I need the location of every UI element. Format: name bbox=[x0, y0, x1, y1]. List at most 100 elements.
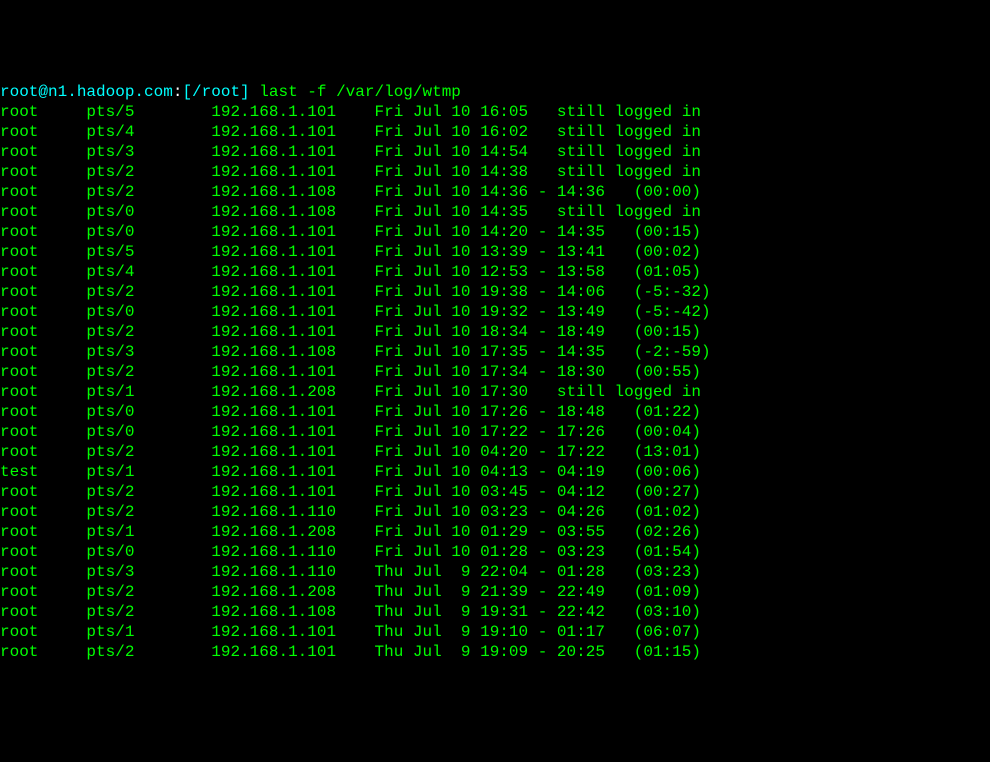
login-record: root pts/0 192.168.1.101 Fri Jul 10 17:2… bbox=[0, 422, 990, 442]
col-start: Fri Jul 10 17:22 bbox=[374, 423, 537, 441]
col-user: root bbox=[0, 543, 86, 561]
col-tty: pts/2 bbox=[86, 643, 211, 661]
prompt-line[interactable]: root@n1.hadoop.com:[/root] last -f /var/… bbox=[0, 82, 990, 102]
col-tty: pts/1 bbox=[86, 463, 211, 481]
col-end: - 03:55 bbox=[538, 523, 615, 541]
terminal-output[interactable]: root@n1.hadoop.com:[/root] last -f /var/… bbox=[0, 82, 990, 662]
col-tty: pts/2 bbox=[86, 363, 211, 381]
col-ip: 192.168.1.108 bbox=[211, 343, 374, 361]
col-user: root bbox=[0, 383, 86, 401]
col-ip: 192.168.1.108 bbox=[211, 603, 374, 621]
col-start: Fri Jul 10 17:26 bbox=[374, 403, 537, 421]
col-end: - 01:28 bbox=[538, 563, 615, 581]
col-duration: (-5:-32) bbox=[615, 283, 711, 301]
col-tty: pts/0 bbox=[86, 423, 211, 441]
col-duration: (-5:-42) bbox=[615, 303, 711, 321]
col-ip: 192.168.1.101 bbox=[211, 103, 374, 121]
login-record: root pts/2 192.168.1.101 Fri Jul 10 14:3… bbox=[0, 162, 990, 182]
col-start: Thu Jul 9 19:09 bbox=[374, 643, 537, 661]
col-duration: (01:02) bbox=[615, 503, 701, 521]
login-record: root pts/0 192.168.1.108 Fri Jul 10 14:3… bbox=[0, 202, 990, 222]
col-end: - 13:58 bbox=[538, 263, 615, 281]
col-end: - 18:30 bbox=[538, 363, 615, 381]
col-start: Fri Jul 10 12:53 bbox=[374, 263, 537, 281]
col-ip: 192.168.1.101 bbox=[211, 143, 374, 161]
col-tty: pts/2 bbox=[86, 443, 211, 461]
col-tty: pts/1 bbox=[86, 523, 211, 541]
col-tty: pts/4 bbox=[86, 123, 211, 141]
col-end: - 18:49 bbox=[538, 323, 615, 341]
col-start: Fri Jul 10 19:38 bbox=[374, 283, 537, 301]
col-user: test bbox=[0, 463, 86, 481]
col-user: root bbox=[0, 203, 86, 221]
login-record: root pts/3 192.168.1.108 Fri Jul 10 17:3… bbox=[0, 342, 990, 362]
login-record: root pts/4 192.168.1.101 Fri Jul 10 12:5… bbox=[0, 262, 990, 282]
col-end: - 04:26 bbox=[538, 503, 615, 521]
col-duration: (03:10) bbox=[615, 603, 701, 621]
login-record: root pts/2 192.168.1.101 Fri Jul 10 04:2… bbox=[0, 442, 990, 462]
col-user: root bbox=[0, 103, 86, 121]
col-end: - 04:12 bbox=[538, 483, 615, 501]
prompt-sep: : bbox=[173, 83, 183, 101]
col-ip: 192.168.1.101 bbox=[211, 483, 374, 501]
login-record: root pts/2 192.168.1.108 Fri Jul 10 14:3… bbox=[0, 182, 990, 202]
col-end: - 14:35 bbox=[538, 223, 615, 241]
col-ip: 192.168.1.101 bbox=[211, 263, 374, 281]
col-duration: (-2:-59) bbox=[615, 343, 711, 361]
col-user: root bbox=[0, 603, 86, 621]
col-duration: (02:26) bbox=[615, 523, 701, 541]
col-end: - 20:25 bbox=[538, 643, 615, 661]
col-user: root bbox=[0, 443, 86, 461]
col-user: root bbox=[0, 283, 86, 301]
col-end: - 17:26 bbox=[538, 423, 615, 441]
login-record: root pts/1 192.168.1.208 Fri Jul 10 17:3… bbox=[0, 382, 990, 402]
col-ip: 192.168.1.101 bbox=[211, 223, 374, 241]
col-tty: pts/3 bbox=[86, 343, 211, 361]
col-user: root bbox=[0, 423, 86, 441]
col-ip: 192.168.1.110 bbox=[211, 503, 374, 521]
col-duration: (01:22) bbox=[615, 403, 701, 421]
login-record: root pts/1 192.168.1.101 Thu Jul 9 19:10… bbox=[0, 622, 990, 642]
col-tty: pts/2 bbox=[86, 183, 211, 201]
col-tty: pts/5 bbox=[86, 103, 211, 121]
col-end: - 13:49 bbox=[538, 303, 615, 321]
col-end: still logged in bbox=[538, 383, 701, 401]
col-end: - 22:42 bbox=[538, 603, 615, 621]
col-duration: (00:27) bbox=[615, 483, 701, 501]
col-duration: (03:23) bbox=[615, 563, 701, 581]
login-record: root pts/2 192.168.1.101 Thu Jul 9 19:09… bbox=[0, 642, 990, 662]
col-tty: pts/2 bbox=[86, 163, 211, 181]
login-record: root pts/1 192.168.1.208 Fri Jul 10 01:2… bbox=[0, 522, 990, 542]
col-ip: 192.168.1.108 bbox=[211, 203, 374, 221]
col-start: Fri Jul 10 16:02 bbox=[374, 123, 537, 141]
col-end: - 13:41 bbox=[538, 243, 615, 261]
col-user: root bbox=[0, 223, 86, 241]
login-record: root pts/4 192.168.1.101 Fri Jul 10 16:0… bbox=[0, 122, 990, 142]
col-ip: 192.168.1.101 bbox=[211, 643, 374, 661]
col-duration: (00:15) bbox=[615, 223, 701, 241]
col-tty: pts/2 bbox=[86, 603, 211, 621]
col-ip: 192.168.1.101 bbox=[211, 463, 374, 481]
col-end: - 03:23 bbox=[538, 543, 615, 561]
col-end: - 18:48 bbox=[538, 403, 615, 421]
col-user: root bbox=[0, 183, 86, 201]
col-start: Fri Jul 10 17:34 bbox=[374, 363, 537, 381]
col-ip: 192.168.1.101 bbox=[211, 363, 374, 381]
col-tty: pts/0 bbox=[86, 303, 211, 321]
col-end: - 22:49 bbox=[538, 583, 615, 601]
col-end: still logged in bbox=[538, 103, 701, 121]
login-record: root pts/2 192.168.1.101 Fri Jul 10 19:3… bbox=[0, 282, 990, 302]
col-start: Fri Jul 10 16:05 bbox=[374, 103, 537, 121]
col-duration: (00:04) bbox=[615, 423, 701, 441]
col-duration: (01:09) bbox=[615, 583, 701, 601]
col-start: Fri Jul 10 19:32 bbox=[374, 303, 537, 321]
col-start: Fri Jul 10 01:28 bbox=[374, 543, 537, 561]
col-end: - 04:19 bbox=[538, 463, 615, 481]
col-tty: pts/0 bbox=[86, 223, 211, 241]
col-end: - 17:22 bbox=[538, 443, 615, 461]
col-tty: pts/2 bbox=[86, 583, 211, 601]
col-start: Fri Jul 10 04:20 bbox=[374, 443, 537, 461]
col-duration: (00:55) bbox=[615, 363, 701, 381]
col-ip: 192.168.1.110 bbox=[211, 543, 374, 561]
col-start: Fri Jul 10 14:38 bbox=[374, 163, 537, 181]
